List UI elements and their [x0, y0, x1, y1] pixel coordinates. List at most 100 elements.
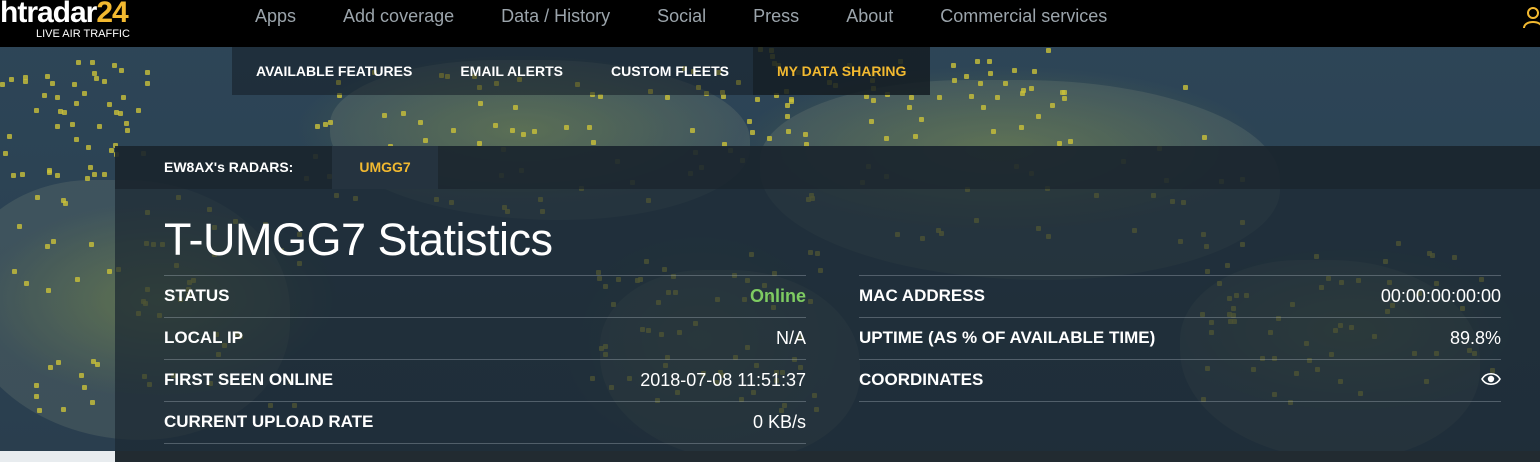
aircraft-marker: [108, 148, 114, 154]
aircraft-marker: [1028, 85, 1034, 91]
aircraft-marker: [91, 358, 97, 364]
mac-address-value: 00:00:00:00:00: [1380, 286, 1501, 306]
stats-table-right: MAC ADDRESS 00:00:00:00:00 UPTIME (AS % …: [859, 275, 1501, 402]
aircraft-marker: [315, 124, 321, 130]
aircraft-marker: [56, 360, 62, 366]
aircraft-marker: [121, 95, 127, 101]
aircraft-marker: [689, 128, 695, 134]
aircraft-marker: [1182, 84, 1188, 90]
user-icon[interactable]: [1522, 6, 1540, 28]
aircraft-marker: [95, 361, 101, 367]
aircraft-marker: [47, 364, 53, 370]
aircraft-marker: [102, 171, 108, 177]
aircraft-marker: [76, 60, 82, 66]
aircraft-marker: [863, 94, 869, 100]
aircraft-marker: [57, 109, 63, 115]
aircraft-marker: [978, 80, 984, 86]
aircraft-marker: [980, 105, 986, 111]
aircraft-marker: [785, 128, 791, 134]
aircraft-marker: [1002, 81, 1008, 87]
aircraft-marker: [50, 239, 56, 245]
aircraft-marker: [322, 121, 328, 127]
stat-label: MAC ADDRESS: [859, 286, 985, 305]
aircraft-marker: [995, 94, 1001, 100]
aircraft-marker: [96, 124, 102, 130]
aircraft-marker: [71, 81, 77, 87]
aircraft-marker: [19, 171, 25, 177]
aircraft-marker: [6, 134, 12, 140]
aircraft-marker: [145, 81, 151, 87]
aircraft-marker: [81, 384, 87, 390]
aircraft-marker: [82, 90, 88, 96]
tab-email-alerts[interactable]: EMAIL ALERTS: [436, 47, 588, 95]
nav-item-apps[interactable]: Apps: [255, 0, 296, 32]
aircraft-marker: [906, 105, 912, 111]
aircraft-marker: [89, 242, 95, 248]
aircraft-marker: [520, 132, 526, 138]
nav-item-social[interactable]: Social: [657, 0, 706, 32]
aircraft-marker: [401, 111, 407, 117]
tab-my-data-sharing[interactable]: MY DATA SHARING: [752, 47, 931, 95]
aircraft-marker: [974, 59, 980, 65]
aircraft-marker: [988, 70, 994, 76]
aircraft-marker: [36, 407, 42, 413]
aircraft-marker: [937, 95, 943, 101]
stat-label: FIRST SEEN ONLINE: [164, 370, 334, 389]
aircraft-marker: [17, 223, 23, 229]
aircraft-marker: [118, 110, 124, 116]
aircraft-marker: [908, 94, 914, 100]
stat-label: STATUS: [164, 286, 230, 305]
local-ip-value: N/A: [775, 328, 806, 348]
radars-label: EW8AX's RADARS:: [164, 159, 294, 175]
aircraft-marker: [145, 69, 151, 75]
aircraft-marker: [0, 82, 6, 88]
aircraft-marker: [10, 173, 16, 179]
nav-item-add-coverage[interactable]: Add coverage: [343, 0, 454, 32]
aircraft-marker: [69, 121, 75, 127]
stat-row-local-ip: LOCAL IP N/A: [164, 317, 806, 359]
aircraft-marker: [328, 119, 334, 125]
statistics-panel: EW8AX's RADARS: UMGG7 T-UMGG7 Statistics…: [115, 146, 1540, 462]
aircraft-marker: [871, 98, 877, 104]
aircraft-marker: [913, 133, 919, 139]
main-nav: Apps Add coverage Data / History Social …: [255, 0, 1154, 32]
aircraft-marker: [789, 99, 795, 105]
aircraft-marker: [50, 80, 56, 86]
stat-label: COORDINATES: [859, 370, 984, 389]
aircraft-marker: [991, 129, 997, 135]
aircraft-marker: [90, 60, 96, 66]
aircraft-marker: [746, 119, 752, 125]
nav-item-commercial-services[interactable]: Commercial services: [940, 0, 1107, 32]
uptime-value: 89.8%: [1449, 328, 1501, 348]
aircraft-marker: [919, 117, 925, 123]
tab-available-features[interactable]: AVAILABLE FEATURES: [232, 47, 437, 95]
stat-row-coordinates: COORDINATES: [859, 359, 1501, 402]
nav-item-press[interactable]: Press: [753, 0, 799, 32]
radar-tab-umgg7[interactable]: UMGG7: [332, 146, 438, 189]
aircraft-marker: [868, 118, 874, 124]
nav-item-data-history[interactable]: Data / History: [501, 0, 610, 32]
aircraft-marker: [951, 77, 957, 83]
aircraft-marker: [532, 129, 538, 135]
aircraft-marker: [1201, 135, 1207, 141]
aircraft-marker: [591, 139, 597, 145]
aircraft-marker: [54, 95, 60, 101]
aircraft-marker: [750, 129, 755, 135]
aircraft-marker: [24, 280, 30, 286]
aircraft-marker: [1032, 68, 1038, 74]
aircraft-marker: [54, 124, 60, 130]
bottom-strip-light: [0, 451, 115, 462]
aircraft-marker: [1067, 139, 1073, 145]
tab-custom-fleets[interactable]: CUSTOM FLEETS: [587, 47, 753, 95]
stats-table-left: STATUS Online LOCAL IP N/A FIRST SEEN ON…: [164, 275, 806, 444]
eye-icon[interactable]: [1481, 372, 1501, 386]
aircraft-marker: [91, 171, 97, 177]
aircraft-marker: [1019, 124, 1025, 130]
aircraft-marker: [124, 120, 130, 126]
aircraft-marker: [78, 372, 84, 378]
upload-rate-value: 0 KB/s: [752, 412, 806, 432]
nav-item-about[interactable]: About: [846, 0, 893, 32]
aircraft-marker: [950, 63, 956, 69]
aircraft-marker: [88, 164, 94, 170]
aircraft-marker: [1036, 114, 1042, 120]
